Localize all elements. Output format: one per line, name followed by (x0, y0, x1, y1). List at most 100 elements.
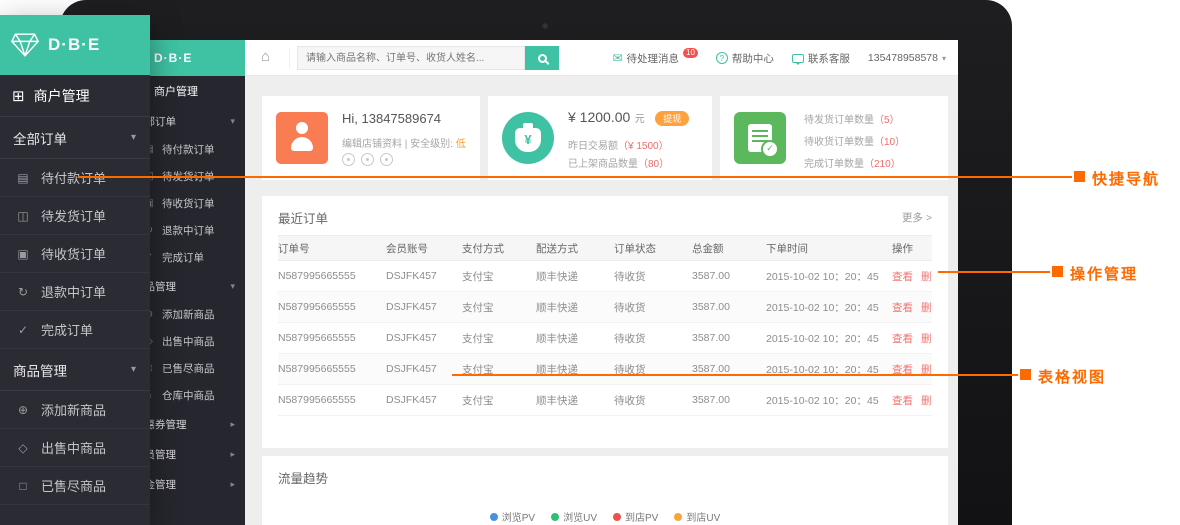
yesterday-label: 昨日交易额 (568, 141, 618, 152)
annotation-label: 快捷导航 (1092, 171, 1161, 188)
chevron-right-icon: ▸ (230, 448, 235, 459)
money-bag-icon (502, 112, 554, 164)
annotation-label: 表格视图 (1038, 369, 1107, 386)
pending-ship-stat: 待发货订单数量（5） (804, 111, 900, 126)
sidebar-item-pending-ship[interactable]: ◫ 待发货订单 (0, 197, 150, 235)
help-link[interactable]: ? 帮助中心 (715, 51, 774, 66)
sidebar-item-label: 退款中订单 (162, 225, 215, 237)
divider (289, 48, 290, 68)
social-icon[interactable] (342, 153, 355, 166)
legend-dot (613, 512, 621, 521)
order-time: 2015-10-02 10：20：45 (766, 332, 879, 345)
annotation-label: 操作管理 (1070, 266, 1139, 283)
refresh-icon: ↻ (17, 284, 29, 299)
sidebar-item-refunding[interactable]: ↻ 退款中订单 (0, 273, 150, 311)
gem-icon (10, 33, 40, 57)
withdraw-button[interactable]: 提现 (655, 111, 690, 126)
order-no: N587995665555 (278, 270, 356, 282)
grid-icon: ⊞ (12, 87, 25, 105)
delete-link[interactable]: 删除 (921, 393, 932, 408)
brand-name: D·B·E (48, 35, 101, 54)
search-icon (537, 53, 547, 63)
messages-link[interactable]: ✉ 待处理消息 10 (612, 48, 698, 66)
legend-label: 浏览PV (501, 513, 536, 524)
tablet-camera (541, 22, 549, 30)
sidebar-item-label: 已售尽商品 (41, 479, 107, 494)
listed-line: 已上架商品数量（80） (568, 155, 669, 170)
sidebar-item-pending-receive[interactable]: ▣ 待收货订单 (0, 235, 150, 273)
sidebar-item-pending-payment[interactable]: ▤待付款订单 (0, 159, 150, 197)
annotation-line (452, 374, 1018, 376)
yesterday-line: 昨日交易额（¥ 1500） (568, 137, 669, 152)
delete-link[interactable]: 删除 (921, 300, 932, 315)
sidebar-group-label: 商品管理 (13, 363, 67, 379)
plus-circle-icon: ⊕ (17, 402, 29, 417)
shipping: 顺丰快递 (536, 270, 578, 283)
sidebar-item-label: 商户管理 (33, 87, 90, 104)
sidebar-item-admin[interactable]: ⊞ 商户管理 (0, 75, 150, 117)
sidebar-item-soldout[interactable]: □ 已售尽商品 (0, 467, 150, 505)
legend-label: 浏览UV (563, 513, 597, 524)
document-icon: ▤ (17, 170, 29, 185)
social-icons (342, 153, 393, 166)
social-icon[interactable] (361, 153, 374, 166)
question-icon: ? (715, 52, 728, 64)
col-header: 总金额 (692, 242, 724, 255)
search-button[interactable] (525, 46, 559, 70)
sidebar-item-selling[interactable]: ◇ 出售中商品 (0, 429, 150, 467)
amount: 3587.00 (692, 301, 730, 313)
view-link[interactable]: 查看 (892, 331, 913, 346)
sidebar-group-label: 全部订单 (13, 131, 67, 147)
order-time: 2015-10-02 10：20：45 (766, 394, 879, 407)
sidebar-item-label: 添加新商品 (162, 309, 215, 321)
view-link[interactable]: 查看 (892, 393, 913, 408)
listed-value: （80） (638, 159, 670, 170)
legend-item: 到店UV (674, 509, 720, 524)
annotation-marker (1074, 171, 1085, 182)
chevron-down-icon: ▾ (130, 132, 136, 143)
stat-label: 完成订单数量 (804, 159, 864, 170)
envelope-icon: ✉ (612, 51, 623, 65)
service-label: 联系客服 (807, 52, 850, 65)
yesterday-value: （¥ 1500） (618, 141, 669, 152)
stat-value: （210） (864, 159, 901, 170)
sidebar-group-all-orders[interactable]: 全部订单 ▾ (0, 117, 150, 159)
status: 待收货 (614, 301, 646, 314)
sidebar-item-label: 完成订单 (162, 252, 204, 264)
sidebar-item-add-product[interactable]: ⊕ 添加新商品 (0, 391, 150, 429)
stat-value: （10） (874, 137, 906, 148)
order-no: N587995665555 (278, 301, 356, 313)
balance-amount: ¥ 1200.00 (568, 109, 631, 125)
chart-legend: 浏览PV 浏览UV 到店PV 到店UV (262, 509, 948, 524)
delete-link[interactable]: 删除 (921, 269, 932, 284)
account: DSJFK457 (386, 270, 437, 282)
social-icon[interactable] (380, 153, 393, 166)
order-list-icon (734, 112, 786, 164)
shipping: 顺丰快递 (536, 394, 578, 407)
col-header: 下单时间 (766, 242, 808, 255)
chevron-right-icon: ▸ (230, 418, 235, 429)
account-dropdown[interactable]: 135478958578 ▾ (868, 52, 946, 64)
view-link[interactable]: 查看 (892, 300, 913, 315)
legend-label: 到店PV (625, 513, 659, 524)
empty-box-icon: □ (19, 478, 27, 493)
home-icon[interactable]: ⌂ (261, 48, 270, 65)
view-link[interactable]: 查看 (892, 269, 913, 284)
more-link[interactable]: 更多 > (902, 210, 932, 225)
amount: 3587.00 (692, 270, 730, 282)
payment: 支付宝 (462, 270, 494, 283)
search-input[interactable] (297, 46, 525, 70)
sidebar-group-products[interactable]: 商品管理 ▾ (0, 349, 150, 391)
overlay-logo: D·B·E (0, 15, 150, 75)
profile-links: 编辑店铺资料 | 安全级别: 低 (342, 135, 466, 150)
security-value: 低 (455, 139, 466, 150)
chevron-down-icon: ▾ (230, 115, 235, 126)
delete-link[interactable]: 删除 (921, 331, 932, 346)
sidebar-item-completed[interactable]: ✓ 完成订单 (0, 311, 150, 349)
payment: 支付宝 (462, 332, 494, 345)
person-icon (291, 120, 313, 154)
service-link[interactable]: 联系客服 (791, 51, 850, 66)
sidebar-item-label: 出售中商品 (41, 441, 107, 456)
edit-shop-link[interactable]: 编辑店铺资料 (342, 139, 402, 150)
help-label: 帮助中心 (731, 52, 774, 65)
